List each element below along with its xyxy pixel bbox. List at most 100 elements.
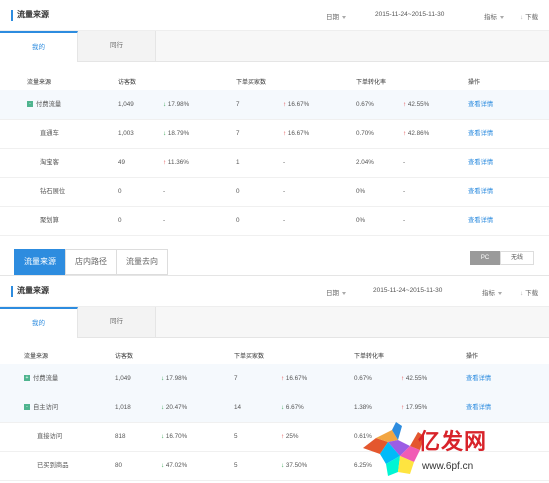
row-source[interactable]: - 付费流量 bbox=[27, 90, 61, 119]
view-details-link[interactable]: 查看详情 bbox=[468, 148, 493, 177]
col-header-rate: 下单转化率 bbox=[356, 80, 387, 86]
visitors-trend: ↑ 11.36% bbox=[163, 148, 189, 177]
trend-up-icon: ↑ bbox=[163, 159, 167, 166]
visitors-value: 0 bbox=[118, 217, 122, 224]
row-source: 聚划算 bbox=[40, 206, 59, 235]
trend-value: 16.70% bbox=[165, 433, 188, 440]
trend-value: - bbox=[163, 217, 166, 224]
row-source[interactable]: + 付费流量 bbox=[24, 364, 58, 393]
buyers-value: 7 bbox=[234, 375, 238, 382]
trend-down-icon: ↓ bbox=[281, 462, 285, 469]
trend-value: 11.36% bbox=[167, 159, 189, 166]
expand-toggle-icon[interactable]: + bbox=[24, 375, 30, 382]
visitors-trend: ↓ 47.02% bbox=[161, 451, 187, 480]
metric-dropdown[interactable]: 指标 bbox=[484, 11, 504, 21]
date-label: 日期 bbox=[326, 290, 339, 297]
visitors-value: 1,003 bbox=[118, 130, 134, 137]
chevron-down-icon bbox=[500, 15, 504, 19]
expand-toggle-icon[interactable]: - bbox=[24, 404, 30, 411]
view-details-link[interactable]: 查看详情 bbox=[468, 177, 493, 206]
view-details-link[interactable]: 查看详情 bbox=[466, 364, 491, 393]
view-details-link[interactable]: 查看详情 bbox=[468, 119, 493, 148]
buyers-value: 5 bbox=[234, 433, 238, 440]
trend-up-icon: ↑ bbox=[403, 101, 407, 108]
source-name: 直通车 bbox=[40, 130, 59, 137]
visitors-value: 818 bbox=[115, 433, 126, 440]
metric-dropdown[interactable]: 指标 bbox=[482, 287, 502, 297]
buyers-value: 5 bbox=[234, 462, 238, 469]
buyers-trend: ↑ 16.67% bbox=[283, 119, 309, 148]
nav-tab-store-path[interactable]: 店内路径 bbox=[65, 249, 117, 275]
rate-trend: - bbox=[403, 177, 405, 206]
visitors-trend: ↓ 20.47% bbox=[161, 393, 187, 422]
panel-title: 流量来源 bbox=[17, 10, 49, 19]
date-dropdown[interactable]: 日期 bbox=[326, 11, 346, 21]
rate-value: 0.67% bbox=[356, 101, 374, 108]
nav-tab-traffic-source[interactable]: 流量来源 bbox=[14, 249, 66, 275]
view-details-link[interactable]: 查看详情 bbox=[468, 90, 493, 119]
row-source[interactable]: - 自主访问 bbox=[24, 393, 58, 422]
row-source: 已买到商品 bbox=[37, 451, 68, 480]
trend-value: 17.98% bbox=[167, 101, 190, 108]
nav-tab-traffic-destination[interactable]: 流量去向 bbox=[116, 249, 168, 275]
visitors-value: 49 bbox=[118, 159, 126, 166]
date-range[interactable]: 2015-11-24~2015-11-30 bbox=[375, 11, 444, 18]
col-header-rate: 下单转化率 bbox=[354, 354, 385, 360]
device-mobile-toggle[interactable]: 无线 bbox=[500, 251, 534, 265]
buyers-trend: - bbox=[283, 148, 285, 177]
chevron-down-icon bbox=[498, 291, 502, 295]
rate-trend: ↑ 42.86% bbox=[403, 119, 429, 148]
chevron-down-icon bbox=[342, 291, 346, 295]
source-name: 已买到商品 bbox=[37, 462, 69, 469]
table-row: 聚划算 0 - 0 - 0% - 查看详情 bbox=[0, 206, 549, 236]
trend-up-icon: ↑ bbox=[281, 375, 285, 382]
device-pc-toggle[interactable]: PC bbox=[470, 251, 500, 265]
rate-value: 2.04% bbox=[356, 159, 374, 166]
source-name: 自主访问 bbox=[33, 404, 59, 411]
download-button[interactable]: ↓ 下载 bbox=[520, 11, 538, 21]
trend-down-icon: ↓ bbox=[161, 404, 165, 411]
expand-toggle-icon[interactable]: - bbox=[27, 101, 33, 108]
tab-mine[interactable]: 我的 bbox=[0, 307, 78, 338]
tab-bar: 我的 同行 bbox=[0, 307, 549, 338]
visitors-value: 1,018 bbox=[115, 404, 131, 411]
view-details-link[interactable]: 查看详情 bbox=[468, 206, 493, 235]
rate-value: 0.67% bbox=[354, 375, 372, 382]
source-name: 淘宝客 bbox=[40, 159, 59, 166]
tab-mine[interactable]: 我的 bbox=[0, 31, 78, 62]
trend-value: 17.98% bbox=[165, 375, 188, 382]
trend-value: - bbox=[163, 188, 166, 195]
visitors-value: 1,049 bbox=[118, 101, 134, 108]
metric-label: 指标 bbox=[482, 290, 495, 297]
panel-header: 流量来源 日期 2015-11-24~2015-11-30 指标 ↓ 下载 bbox=[0, 276, 549, 307]
visitors-trend: ↓ 16.70% bbox=[161, 422, 187, 451]
tab-peers[interactable]: 同行 bbox=[78, 307, 156, 337]
trend-up-icon: ↑ bbox=[281, 433, 285, 440]
rate-trend: ↑ 42.55% bbox=[401, 364, 427, 393]
trend-value: 47.02% bbox=[165, 462, 188, 469]
rate-value: 0% bbox=[356, 188, 366, 195]
row-source: 钻石展位 bbox=[40, 177, 65, 206]
trend-up-icon: ↑ bbox=[401, 404, 405, 411]
download-icon: ↓ bbox=[520, 290, 524, 297]
trend-down-icon: ↓ bbox=[163, 101, 167, 108]
source-name: 直接访问 bbox=[37, 433, 63, 440]
source-name: 钻石展位 bbox=[40, 188, 66, 195]
trend-value: 18.79% bbox=[167, 130, 190, 137]
watermark-url: www.6pf.cn bbox=[422, 461, 474, 472]
visitors-trend: ↓ 17.98% bbox=[163, 90, 189, 119]
trend-value: - bbox=[403, 217, 406, 224]
tab-bar: 我的 同行 bbox=[0, 31, 549, 62]
download-button[interactable]: ↓ 下载 bbox=[520, 287, 538, 297]
date-dropdown[interactable]: 日期 bbox=[326, 287, 346, 297]
date-range[interactable]: 2015-11-24~2015-11-30 bbox=[373, 287, 442, 294]
tab-peers[interactable]: 同行 bbox=[78, 31, 156, 61]
download-label: 下载 bbox=[525, 14, 539, 21]
trend-value: 37.50% bbox=[285, 462, 308, 469]
table-row: 直通车 1,003 ↓ 18.79% 7 ↑ 16.67% 0.70% ↑ 42.86% 查看… bbox=[0, 119, 549, 149]
download-icon: ↓ bbox=[520, 14, 524, 21]
trend-value: 6.67% bbox=[285, 404, 304, 411]
col-header-visitors: 访客数 bbox=[115, 354, 134, 360]
trend-value: - bbox=[403, 159, 406, 166]
visitors-value: 1,049 bbox=[115, 375, 131, 382]
